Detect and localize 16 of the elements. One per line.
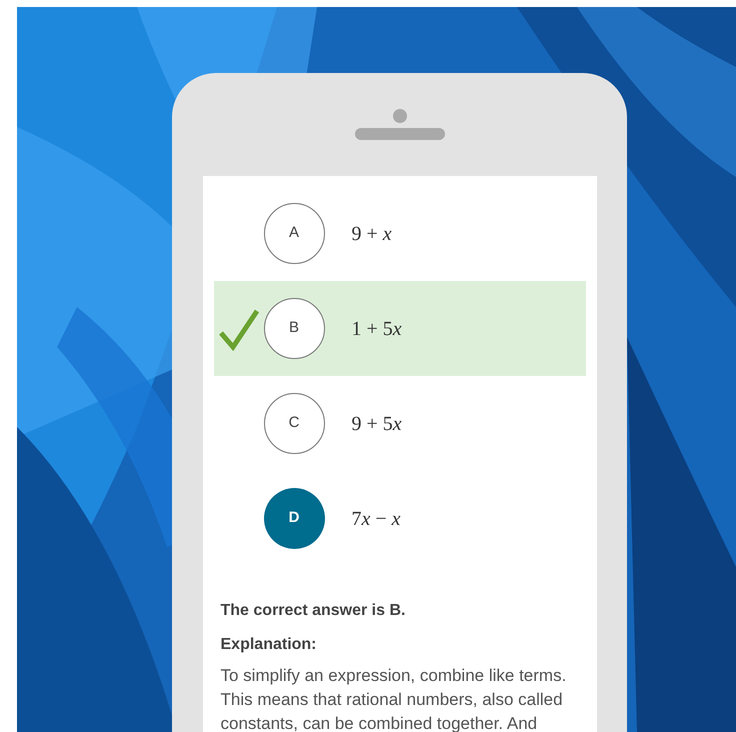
answer-choice-button[interactable]: A <box>264 203 324 264</box>
answer-text: 1 + 5x <box>352 316 402 342</box>
answer-choice-button[interactable]: B <box>264 298 324 359</box>
answer-option[interactable]: C 9 + 5x <box>214 376 586 471</box>
camera-icon <box>392 109 406 123</box>
explanation-heading: Explanation: <box>220 635 318 655</box>
answer-text: 9 + x <box>352 222 392 246</box>
speaker-icon <box>354 128 444 140</box>
answer-option[interactable]: A 9 + x <box>214 186 586 281</box>
answer-option[interactable]: B 1 + 5x <box>214 281 586 376</box>
answer-text: 9 + 5x <box>352 412 402 436</box>
result-text: The correct answer is B. <box>220 601 406 621</box>
answer-choice-button[interactable]: C <box>264 393 324 454</box>
answer-option[interactable]: D 7x − x <box>214 471 586 566</box>
answer-text: 7x − x <box>352 506 401 532</box>
answer-choice-button[interactable]: D <box>264 488 324 549</box>
